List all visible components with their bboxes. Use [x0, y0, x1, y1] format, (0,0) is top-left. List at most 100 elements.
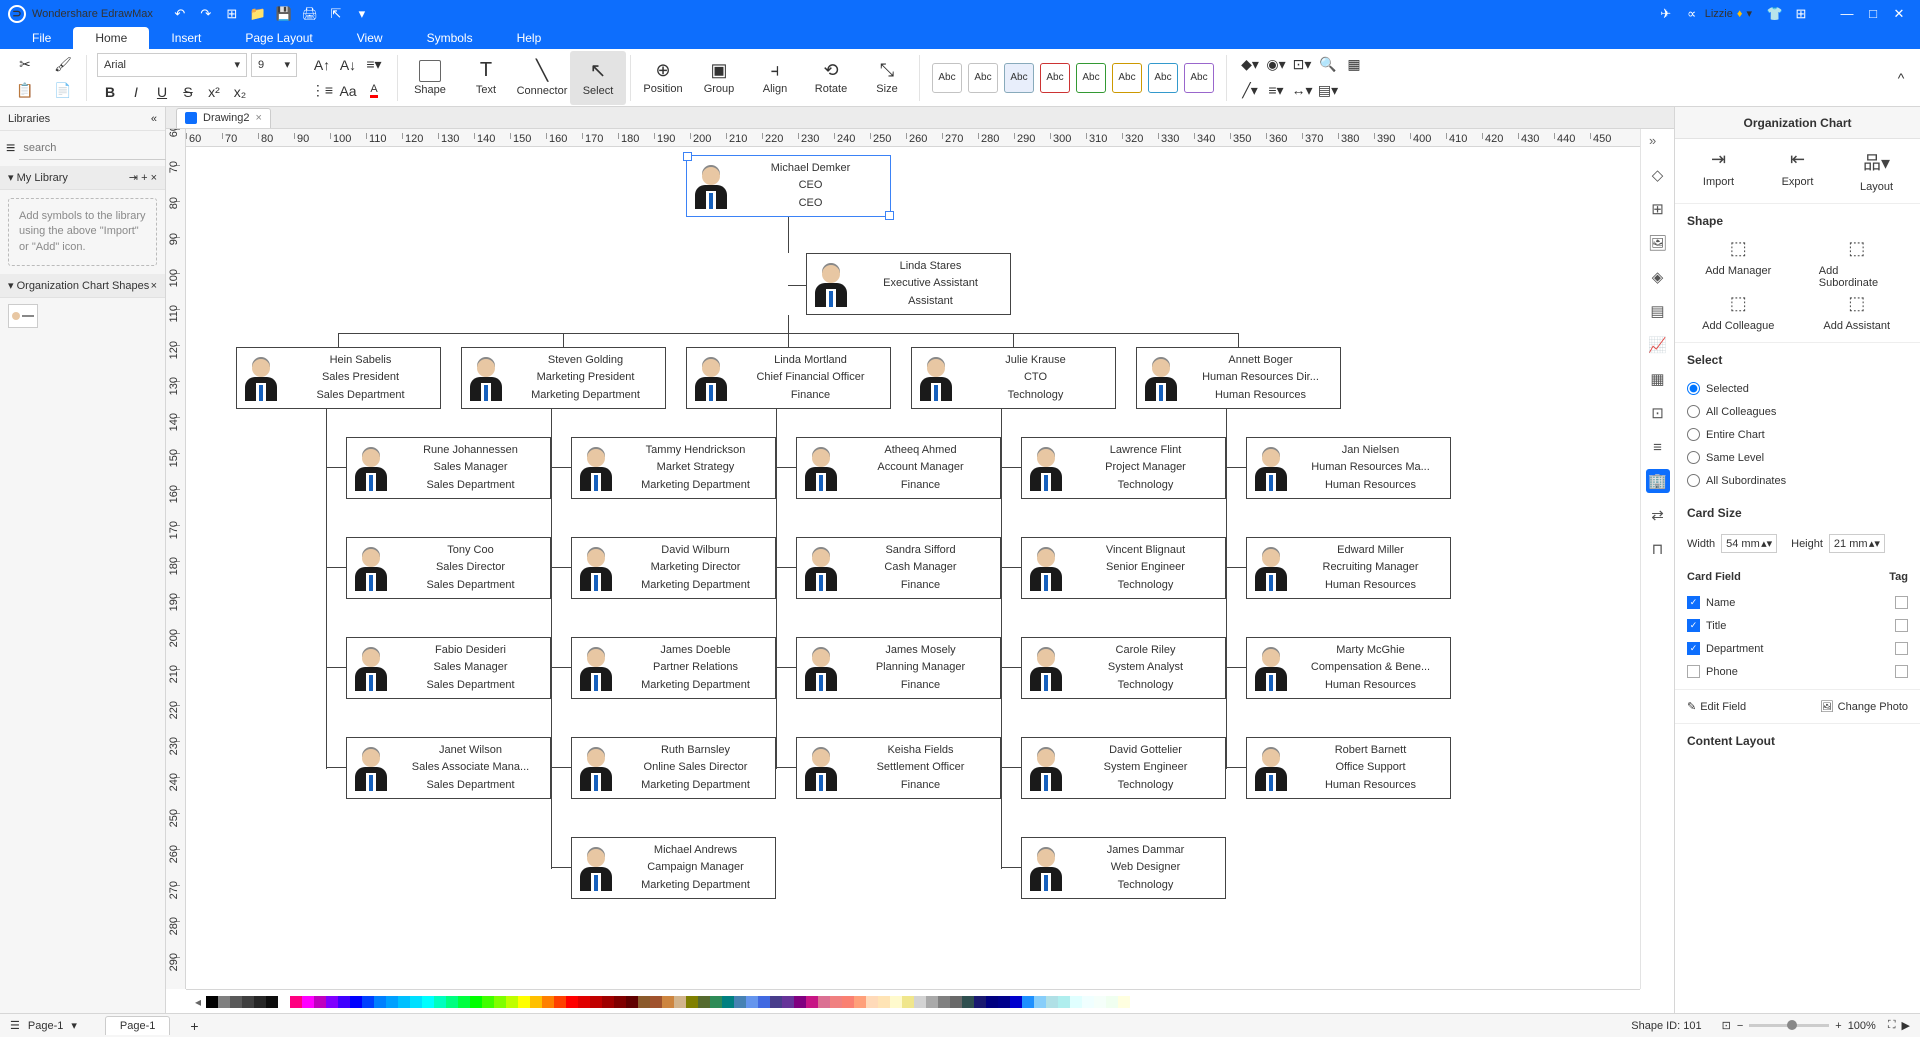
- canvas[interactable]: Michael DemkerCEOCEOLinda StaresExecutiv…: [186, 147, 1640, 989]
- inc-font-icon[interactable]: A↑: [309, 54, 335, 76]
- radio-all-subordinates[interactable]: All Subordinates: [1687, 469, 1908, 492]
- org-node-sub[interactable]: James MoselyPlanning ManagerFinance: [796, 637, 1001, 699]
- select-button[interactable]: ↖Select: [570, 51, 626, 105]
- shirt-icon[interactable]: 👕: [1764, 3, 1786, 25]
- section-chevron-icon[interactable]: ▾: [8, 172, 14, 184]
- org-node-assistant[interactable]: Linda StaresExecutive AssistantAssistant: [806, 253, 1011, 315]
- ribbon-collapse-icon[interactable]: ^: [1888, 67, 1914, 89]
- paste-icon[interactable]: 📄: [50, 80, 76, 102]
- radio-all-colleagues[interactable]: All Colleagues: [1687, 400, 1908, 423]
- libraries-collapse-icon[interactable]: «: [151, 113, 157, 125]
- lib-import-icon[interactable]: ⇥: [129, 172, 138, 184]
- add-subordinate-button[interactable]: ⬚Add Subordinate: [1819, 238, 1895, 289]
- print-icon[interactable]: 🖨: [299, 3, 321, 25]
- theme-swatch[interactable]: Abc: [932, 63, 962, 93]
- org-node-sub[interactable]: Atheeq AhmedAccount ManagerFinance: [796, 437, 1001, 499]
- shadow-icon[interactable]: ◉▾: [1263, 54, 1289, 76]
- color-swatch[interactable]: [614, 996, 626, 1008]
- orgchart-panel-icon[interactable]: 🏢: [1646, 469, 1670, 493]
- color-swatch[interactable]: [878, 996, 890, 1008]
- bold-button[interactable]: B: [97, 81, 123, 103]
- color-swatch[interactable]: [866, 996, 878, 1008]
- save-icon[interactable]: 💾: [273, 3, 295, 25]
- color-swatch[interactable]: [758, 996, 770, 1008]
- color-swatch[interactable]: [578, 996, 590, 1008]
- outline-toggle-icon[interactable]: ☰: [10, 1019, 20, 1032]
- image-panel-icon[interactable]: 🖼: [1646, 231, 1670, 255]
- layers-icon[interactable]: ▤▾: [1315, 80, 1341, 102]
- color-swatch[interactable]: [1046, 996, 1058, 1008]
- grid-panel-icon[interactable]: ⊡: [1646, 401, 1670, 425]
- shapes-close-icon[interactable]: ×: [151, 280, 157, 292]
- document-tab[interactable]: Drawing2 ×: [176, 108, 271, 128]
- close-window-icon[interactable]: ✕: [1888, 3, 1910, 25]
- color-swatch[interactable]: [422, 996, 434, 1008]
- color-swatch[interactable]: [590, 996, 602, 1008]
- radio-selected[interactable]: Selected: [1687, 377, 1908, 400]
- color-swatch[interactable]: [950, 996, 962, 1008]
- color-swatch[interactable]: [290, 996, 302, 1008]
- export-icon[interactable]: ⇱: [325, 3, 347, 25]
- add-page-icon[interactable]: +: [190, 1018, 198, 1034]
- add-manager-button[interactable]: ⬚Add Manager: [1700, 238, 1776, 289]
- color-swatch[interactable]: [302, 996, 314, 1008]
- open-icon[interactable]: 📁: [247, 3, 269, 25]
- text-button[interactable]: TText: [458, 51, 514, 105]
- color-swatch[interactable]: [230, 996, 242, 1008]
- fill-icon[interactable]: ◆▾: [1237, 54, 1263, 76]
- color-swatch[interactable]: [554, 996, 566, 1008]
- color-swatch[interactable]: [722, 996, 734, 1008]
- tab-close-icon[interactable]: ×: [255, 112, 261, 124]
- section-chevron-icon[interactable]: ▾: [8, 280, 14, 292]
- linestyle-icon[interactable]: ≡▾: [1263, 80, 1289, 102]
- redo-icon[interactable]: ↷: [195, 3, 217, 25]
- color-swatch[interactable]: [338, 996, 350, 1008]
- color-swatch[interactable]: [266, 996, 278, 1008]
- new-icon[interactable]: ⊞: [221, 3, 243, 25]
- theme-swatch[interactable]: Abc: [1040, 63, 1070, 93]
- zoom-value[interactable]: 100%: [1848, 1020, 1876, 1032]
- color-swatch[interactable]: [398, 996, 410, 1008]
- menu-pagelayout[interactable]: Page Layout: [223, 27, 334, 49]
- color-swatch[interactable]: [686, 996, 698, 1008]
- org-node-sub[interactable]: Tammy HendricksonMarket StrategyMarketin…: [571, 437, 776, 499]
- theme-swatch[interactable]: Abc: [1148, 63, 1178, 93]
- org-node-manager[interactable]: Steven GoldingMarketing PresidentMarketi…: [461, 347, 666, 409]
- radio-entire-chart[interactable]: Entire Chart: [1687, 423, 1908, 446]
- tree-panel-icon[interactable]: ≡: [1646, 435, 1670, 459]
- color-swatch[interactable]: [698, 996, 710, 1008]
- size-button[interactable]: ⤡Size: [859, 51, 915, 105]
- color-swatch[interactable]: [254, 996, 266, 1008]
- arrow-icon[interactable]: ↔▾: [1289, 80, 1315, 102]
- color-swatch[interactable]: [806, 996, 818, 1008]
- search-input[interactable]: [19, 137, 183, 159]
- superscript-button[interactable]: x²: [201, 81, 227, 103]
- org-node-sub[interactable]: Marty McGhieCompensation & Bene...Human …: [1246, 637, 1451, 699]
- color-swatch[interactable]: [218, 996, 230, 1008]
- color-swatch[interactable]: [506, 996, 518, 1008]
- menu-view[interactable]: View: [335, 27, 405, 49]
- chart-panel-icon[interactable]: 📈: [1646, 333, 1670, 357]
- org-node-sub[interactable]: David GottelierSystem EngineerTechnology: [1021, 737, 1226, 799]
- subscript-button[interactable]: x₂: [227, 81, 253, 103]
- share-icon[interactable]: ∝: [1681, 3, 1703, 25]
- rotate-button[interactable]: ⟲Rotate: [803, 51, 859, 105]
- color-swatch[interactable]: [818, 996, 830, 1008]
- line-icon[interactable]: ╱▾: [1237, 80, 1263, 102]
- add-assistant-button[interactable]: ⬚Add Assistant: [1819, 293, 1895, 332]
- underline-button[interactable]: U: [149, 81, 175, 103]
- maximize-icon[interactable]: □: [1862, 3, 1884, 25]
- theme-swatch[interactable]: Abc: [1112, 63, 1142, 93]
- org-node-sub[interactable]: James DoeblePartner RelationsMarketing D…: [571, 637, 776, 699]
- org-node-sub[interactable]: Sandra SiffordCash ManagerFinance: [796, 537, 1001, 599]
- theme-swatch[interactable]: Abc: [1076, 63, 1106, 93]
- panel-toggle-icon[interactable]: »: [1649, 133, 1656, 148]
- minimize-icon[interactable]: —: [1836, 3, 1858, 25]
- radio-same-level[interactable]: Same Level: [1687, 446, 1908, 469]
- org-node-sub[interactable]: Robert BarnettOffice SupportHuman Resour…: [1246, 737, 1451, 799]
- theme-swatch[interactable]: Abc: [1004, 63, 1034, 93]
- theme-swatch[interactable]: Abc: [968, 63, 998, 93]
- connector-button[interactable]: ╲Connector: [514, 51, 570, 105]
- color-swatch[interactable]: [518, 996, 530, 1008]
- color-swatch[interactable]: [794, 996, 806, 1008]
